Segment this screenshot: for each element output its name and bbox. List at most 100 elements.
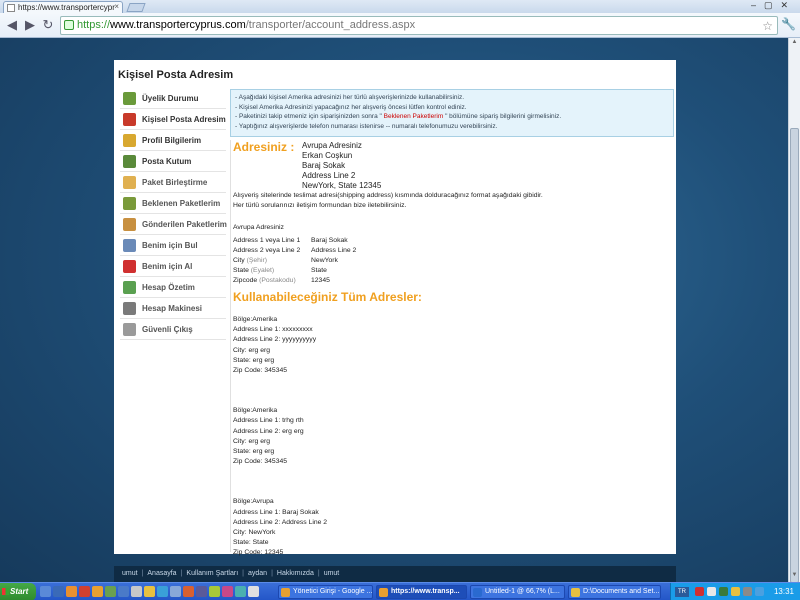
sidebar-item-üyelik-durumu[interactable]: Üyelik Durumu [120, 88, 226, 109]
sidebar-item-gönderilen-paketlerim[interactable]: Gönderilen Paketlerim [120, 214, 227, 235]
address-block-line: State: State [233, 539, 269, 547]
address-line: Erkan Coşkun [302, 151, 353, 160]
task-app-icon [379, 588, 388, 597]
close-tab-icon[interactable]: × [114, 2, 119, 11]
shopping-bag-icon [123, 260, 136, 273]
format-row: State (Eyalet) State [233, 267, 327, 274]
footer-link[interactable]: umut [122, 570, 138, 577]
app-icon[interactable] [209, 586, 220, 597]
taskbar-task[interactable]: D:\Documents and Set... [568, 585, 661, 599]
format-row: Address 2 veya Line 2 Address Line 2 [233, 247, 357, 254]
browser-tab[interactable]: https://www.transportercypr × [3, 1, 123, 13]
expected-packages-link[interactable]: Beklenen Paketlerim [382, 113, 445, 120]
start-button[interactable]: Start [0, 583, 36, 600]
sidebar-item-label: Hesap Makinesi [142, 304, 203, 313]
mailbox-icon [123, 155, 136, 168]
sidebar-item-benim-için-al[interactable]: Benim için Al [120, 256, 226, 277]
footer-link[interactable]: Anasayfa [147, 570, 176, 577]
address-block: Bölge:Amerika Address Line 1: trhg rth Add… [233, 406, 327, 467]
sidebar-item-beklenen-paketlerim[interactable]: Beklenen Paketlerim [120, 193, 226, 214]
back-arrow-icon[interactable]: ◀ [4, 17, 20, 33]
app-icon[interactable] [235, 586, 246, 597]
address-line: Avrupa Adresiniz [302, 141, 362, 150]
gear-icon [123, 323, 136, 336]
footer-link[interactable]: umut [324, 570, 340, 577]
show-desktop-icon[interactable] [40, 586, 51, 597]
folder-icon[interactable] [144, 586, 155, 597]
scrollbar-thumb[interactable] [790, 128, 799, 583]
page-favicon-icon [7, 4, 15, 12]
address-block: Bölge:Avrupa Address Line 1: Baraj Sokak A… [233, 497, 327, 558]
app-icon[interactable] [131, 586, 142, 597]
scroll-down-icon[interactable]: ▼ [790, 572, 799, 581]
address-line: Address Line 2 [302, 171, 356, 180]
address-format-table: Avrupa Adresiniz Address 1 veya Line 1 Ba… [233, 224, 357, 284]
opera-icon[interactable] [79, 586, 90, 597]
tray-icon[interactable] [707, 587, 716, 596]
sidebar-item-güvenli-çıkış[interactable]: Güvenli Çıkış [120, 319, 226, 340]
reload-icon[interactable]: ↻ [40, 17, 56, 33]
address-block-line: Address Line 1: trhg rth [233, 417, 304, 425]
bookmark-star-icon[interactable]: ☆ [762, 18, 773, 34]
app-icon[interactable] [118, 586, 129, 597]
address-block-line: Address Line 1: xxxxxxxxx [233, 326, 313, 334]
tray-icon[interactable] [743, 587, 752, 596]
address-block-line: Address Line 2: erg erg [233, 427, 304, 435]
quick-launch [40, 586, 259, 598]
sidebar-item-hesap-makinesi[interactable]: Hesap Makinesi [120, 298, 226, 319]
app-icon[interactable] [183, 586, 194, 597]
app-icon[interactable] [157, 586, 168, 597]
address-heading: Adresiniz : [233, 140, 295, 154]
tray-icon[interactable] [731, 587, 740, 596]
sidebar-item-profil-bilgilerim[interactable]: Profil Bilgilerim [120, 130, 226, 151]
system-tray: TR 13:31 [670, 583, 800, 600]
package-icon [123, 176, 136, 189]
app-icon[interactable] [170, 586, 181, 597]
ie-icon[interactable] [53, 586, 64, 597]
address-line: Baraj Sokak [302, 161, 346, 170]
magnifier-icon [123, 239, 136, 252]
all-addresses-heading: Kullanabileceğiniz Tüm Adresler: [233, 290, 422, 304]
address-list: Bölge:Amerika Address Line 1: xxxxxxxxx Ad… [233, 315, 327, 582]
page-title: Kişisel Posta Adresim [118, 69, 234, 81]
windows-taskbar: Start Yönetici Girişi - Google ... https:… [0, 582, 800, 600]
footer-link[interactable]: aydan [248, 570, 267, 577]
footer-link[interactable]: Hakkımızda [277, 570, 314, 577]
app-icon[interactable] [105, 586, 116, 597]
app-icon[interactable] [248, 586, 259, 597]
browser-toolbar: ◀ ▶ ↻ https://www.transportercyprus.com/… [0, 13, 800, 38]
task-app-icon [473, 588, 482, 597]
format-row: Address 1 veya Line 1 Baraj Sokak [233, 237, 348, 244]
new-tab-button[interactable] [126, 3, 146, 12]
address-block-line: Bölge:Amerika [233, 316, 278, 323]
address-block-line: Bölge:Amerika [233, 407, 278, 415]
scroll-up-icon[interactable]: ▲ [790, 39, 799, 48]
taskbar-task[interactable]: https://www.transp... [376, 585, 467, 599]
sidebar-item-paket-birleştirme[interactable]: Paket Birleştirme [120, 172, 226, 193]
footer-link[interactable]: Kullanım Şartları [186, 570, 238, 577]
tray-icon[interactable] [719, 587, 728, 596]
taskbar-task[interactable]: Untitled-1 @ 66,7% (L... [470, 585, 565, 599]
format-row: Zipcode (Postakodu) 12345 [233, 277, 330, 284]
sidebar-item-posta-kutum[interactable]: Posta Kutum [120, 151, 226, 172]
address-block-line: Bölge:Avrupa [233, 498, 274, 506]
windows-flag-icon [2, 588, 9, 595]
sidebar-item-benim-için-bul[interactable]: Benim için Bul [120, 235, 226, 256]
page-scrollbar[interactable]: ▲ ▼ [788, 38, 800, 583]
app-icon[interactable] [222, 586, 233, 597]
tray-icon[interactable] [755, 587, 764, 596]
address-bar[interactable]: https://www.transportercyprus.com/transp… [60, 16, 778, 35]
forward-arrow-icon[interactable]: ▶ [22, 17, 38, 33]
sidebar-item-hesap-özetim[interactable]: Hesap Özetim [120, 277, 226, 298]
wrench-menu-icon[interactable]: 🔧 [781, 17, 796, 31]
firefox-icon[interactable] [66, 586, 77, 597]
sidebar-item-label: Paket Birleştirme [142, 178, 208, 187]
language-indicator[interactable]: TR [675, 587, 689, 597]
taskbar-task[interactable]: Yönetici Girişi - Google ... [278, 585, 373, 599]
tray-icon[interactable] [695, 587, 704, 596]
app-icon[interactable] [196, 586, 207, 597]
window-controls[interactable]: –▢✕ [751, 0, 796, 11]
sidebar-item-kişisel-posta-adresim[interactable]: Kişisel Posta Adresim [120, 109, 226, 130]
address-lines: Avrupa Adresiniz Erkan Coşkun Baraj Sokak A… [302, 141, 381, 191]
chrome-icon[interactable] [92, 586, 103, 597]
